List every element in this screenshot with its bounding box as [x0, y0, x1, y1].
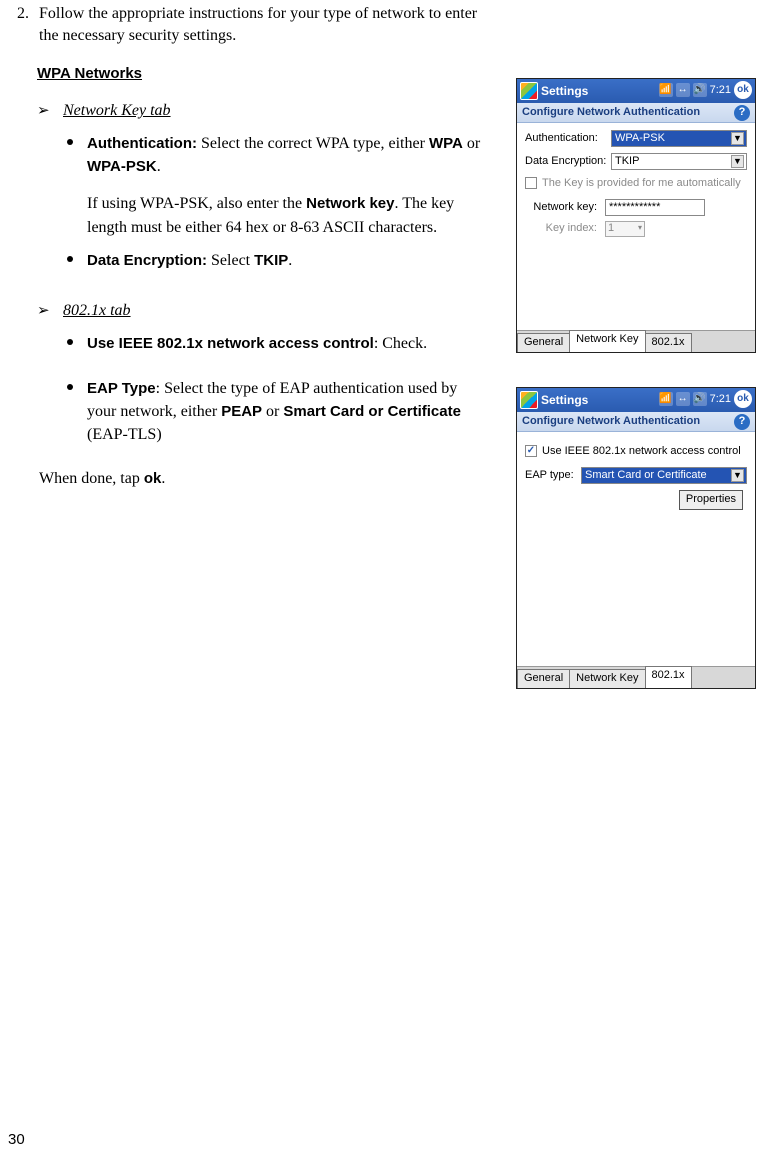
- network-key-label: Network key:: [525, 200, 605, 215]
- volume-icon: 🔊: [693, 83, 707, 97]
- tab-bar: General Network Key 802.1x: [517, 666, 755, 688]
- chevron-down-icon: ▼: [731, 469, 744, 482]
- screenshot-network-key: Settings 📶 ↔ 🔊 7:21 ok Configure Network…: [516, 78, 756, 353]
- ok-button[interactable]: ok: [734, 390, 752, 408]
- tab-network-key[interactable]: Network Key: [569, 669, 645, 688]
- tab-network-key[interactable]: Network Key: [569, 330, 645, 352]
- checkbox-icon[interactable]: [525, 445, 537, 457]
- chevron-down-icon: ▼: [731, 132, 744, 145]
- authentication-label: Authentication:: [525, 131, 611, 146]
- network-key-input[interactable]: ************: [605, 199, 705, 216]
- bullet-icon: [67, 139, 73, 145]
- auto-key-label: The Key is provided for me automatically: [542, 176, 741, 191]
- chevron-down-icon: ▾: [638, 223, 642, 234]
- auth-label: Authentication:: [87, 135, 197, 152]
- data-encryption-dropdown[interactable]: TKIP ▼: [611, 153, 747, 170]
- bullet-authentication: Authentication: Select the correct WPA t…: [87, 132, 487, 239]
- bullet-icon: [67, 384, 73, 390]
- bullet-data-encryption: Data Encryption: Select TKIP.: [87, 249, 487, 272]
- ieee-label: Use IEEE 802.1x network access control: [87, 335, 374, 352]
- eap-type-label: EAP type:: [525, 468, 581, 483]
- bullet-use-ieee: Use IEEE 802.1x network access control: …: [87, 332, 487, 355]
- arrow-icon: ➢: [37, 301, 59, 321]
- windows-logo-icon: [520, 82, 538, 100]
- tab-general[interactable]: General: [517, 669, 570, 688]
- checkbox-icon[interactable]: [525, 177, 537, 189]
- key-index-label: Key index:: [525, 221, 605, 236]
- 8021x-tab-row: ➢ 802.1x tab: [37, 300, 497, 322]
- properties-button[interactable]: Properties: [679, 490, 743, 510]
- bullet-icon: [67, 339, 73, 345]
- step-2: 2. Follow the appropriate instructions f…: [17, 3, 497, 46]
- eap-type-dropdown[interactable]: Smart Card or Certificate ▼: [581, 467, 747, 484]
- system-tray: 📶 ↔ 🔊 7:21 ok: [659, 390, 752, 408]
- system-tray: 📶 ↔ 🔊 7:21 ok: [659, 81, 752, 99]
- data-encryption-label: Data Encryption:: [525, 154, 611, 169]
- help-icon[interactable]: ?: [734, 414, 750, 430]
- use-ieee-label: Use IEEE 802.1x network access control: [542, 444, 741, 459]
- connection-icon: ↔: [676, 83, 690, 97]
- volume-icon: 🔊: [693, 392, 707, 406]
- key-index-dropdown[interactable]: 1 ▾: [605, 221, 645, 237]
- clock: 7:21: [710, 83, 731, 98]
- network-key-tab-row: ➢ Network Key tab: [37, 100, 497, 122]
- signal-icon: 📶: [659, 83, 673, 97]
- document-body: 2. Follow the appropriate instructions f…: [17, 3, 497, 490]
- step-number: 2.: [17, 3, 35, 25]
- tab-general[interactable]: General: [517, 333, 570, 352]
- eap-label: EAP Type: [87, 380, 156, 397]
- step-text: Follow the appropriate instructions for …: [39, 3, 479, 46]
- tab-bar: General Network Key 802.1x: [517, 330, 755, 352]
- title-bar: Settings 📶 ↔ 🔊 7:21 ok: [517, 388, 755, 412]
- signal-icon: 📶: [659, 392, 673, 406]
- bullet-eap-type: EAP Type: Select the type of EAP authent…: [87, 377, 487, 447]
- tab-8021x[interactable]: 802.1x: [645, 333, 692, 352]
- app-title: Settings: [541, 83, 588, 99]
- tab-8021x[interactable]: 802.1x: [645, 666, 692, 688]
- auto-key-checkbox-row: The Key is provided for me automatically: [525, 176, 747, 191]
- screen-subtitle: Configure Network Authentication ?: [517, 103, 755, 123]
- 8021x-tab-title: 802.1x tab: [63, 302, 131, 319]
- windows-logo-icon: [520, 391, 538, 409]
- app-title: Settings: [541, 392, 588, 408]
- clock: 7:21: [710, 392, 731, 407]
- chevron-down-icon: ▼: [731, 155, 744, 168]
- page-number: 30: [8, 1130, 25, 1150]
- bullet-icon: [67, 256, 73, 262]
- help-icon[interactable]: ?: [734, 105, 750, 121]
- screen-subtitle: Configure Network Authentication ?: [517, 412, 755, 432]
- authentication-dropdown[interactable]: WPA-PSK ▼: [611, 130, 747, 147]
- ok-button[interactable]: ok: [734, 81, 752, 99]
- when-done: When done, tap ok.: [39, 468, 497, 490]
- arrow-icon: ➢: [37, 101, 59, 121]
- title-bar: Settings 📶 ↔ 🔊 7:21 ok: [517, 79, 755, 103]
- enc-label: Data Encryption:: [87, 252, 207, 269]
- connection-icon: ↔: [676, 392, 690, 406]
- use-ieee-row: Use IEEE 802.1x network access control: [525, 444, 747, 459]
- wpa-networks-heading: WPA Networks: [37, 64, 497, 84]
- screenshot-8021x: Settings 📶 ↔ 🔊 7:21 ok Configure Network…: [516, 387, 756, 689]
- network-key-tab-title: Network Key tab: [63, 102, 171, 119]
